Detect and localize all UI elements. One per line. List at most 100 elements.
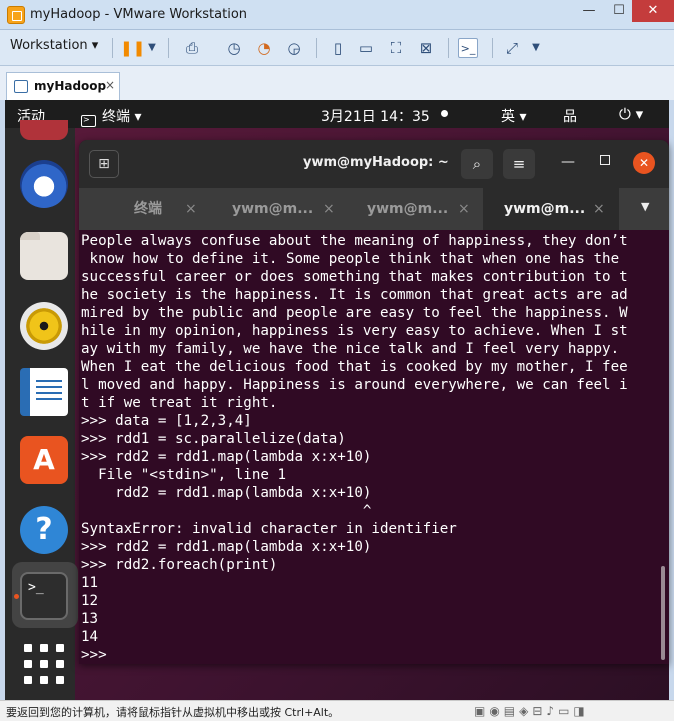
terminal-maximize-icon[interactable] xyxy=(600,155,610,165)
search-icon[interactable]: ⌕ xyxy=(461,149,493,179)
terminal-line: >>> rdd2 = rdd1.map(lambda x:x+10) xyxy=(81,449,372,465)
terminal-line: know how to define it. Some people think… xyxy=(81,251,620,267)
terminal-window: ⊞ ywm@myHadoop: ~ ⌕ ≡ — ✕ 终端 × ywm@m... … xyxy=(79,140,669,664)
terminal-line: 12 xyxy=(81,593,99,609)
terminal-line: >>> data = [1,2,3,4] xyxy=(81,413,252,429)
files-icon[interactable] xyxy=(20,232,68,280)
library-view-icon[interactable]: ▯ xyxy=(328,38,348,58)
terminal-headerbar: ⊞ ywm@myHadoop: ~ ⌕ ≡ — ✕ xyxy=(79,140,669,188)
tab-close-icon[interactable]: × xyxy=(458,188,470,230)
unity-icon[interactable]: ⊠ xyxy=(416,38,436,58)
pause-dropdown-icon[interactable]: ▼ xyxy=(142,38,162,58)
vm-tab-myhadoop[interactable]: myHadoop × xyxy=(6,72,120,100)
stretch-icon[interactable]: ⤢ xyxy=(502,38,522,58)
vm-tab-label: myHadoop xyxy=(34,79,107,93)
terminal-tab-bar: 终端 × ywm@m... × ywm@m... × ywm@m... × xyxy=(79,188,669,230)
workstation-menu[interactable]: Workstation ▾ xyxy=(10,38,98,53)
tab-close-icon[interactable]: × xyxy=(323,188,335,230)
terminal-line: ay with my family, we have the nice talk… xyxy=(81,341,620,357)
dock-partial-item xyxy=(20,120,68,140)
terminal-line: successful career or does something that… xyxy=(81,269,628,285)
toolbar-separator xyxy=(112,38,113,58)
hamburger-menu-icon[interactable]: ≡ xyxy=(503,149,535,179)
stretch-dropdown-icon[interactable]: ▼ xyxy=(526,38,546,58)
terminal-line: >>> rdd2.foreach(print) xyxy=(81,557,278,573)
terminal-line: 13 xyxy=(81,611,99,627)
terminal-line: >>> rdd1 = sc.parallelize(data) xyxy=(81,431,346,447)
toolbar-separator xyxy=(168,38,169,58)
terminal-minimize-icon[interactable]: — xyxy=(561,154,575,170)
notification-dot-icon xyxy=(441,110,448,117)
tab-label: 终端 xyxy=(134,201,162,217)
ubuntu-software-icon[interactable]: A xyxy=(20,436,68,484)
vmware-status-bar: 要返回到您的计算机，请将鼠标指针从虚拟机中移出或按 Ctrl+Alt。 ▣◉▤◈… xyxy=(0,700,674,721)
terminal-line: l moved and happy. Happiness is around e… xyxy=(81,377,628,393)
fullscreen-icon[interactable]: ⛶ xyxy=(386,38,406,58)
tab-label: ywm@m... xyxy=(367,201,449,217)
vm-tab-close-icon[interactable]: × xyxy=(105,78,115,92)
terminal-line: rdd2 = rdd1.map(lambda x:x+10) xyxy=(81,485,372,501)
terminal-output[interactable]: People always confuse about the meaning … xyxy=(79,230,669,664)
terminal-line: t if we treat it right. xyxy=(81,395,278,411)
close-window-icon[interactable]: ✕ xyxy=(632,0,674,22)
tab-label: ywm@m... xyxy=(232,201,314,217)
network-icon[interactable]: 品 xyxy=(563,106,577,126)
rhythmbox-icon[interactable] xyxy=(20,302,68,350)
vm-tab-strip: myHadoop × xyxy=(0,66,674,100)
thumbnail-view-icon[interactable]: ▭ xyxy=(356,38,376,58)
terminal-close-icon[interactable]: ✕ xyxy=(633,152,655,174)
vmware-toolbar: Workstation ▾ ❚❚ ▼ ⎙ ◷ ◔ ◶ ▯ ▭ ⛶ ⊠ >_ ⤢ … xyxy=(0,30,674,66)
revert-snapshot-icon[interactable]: ◔ xyxy=(254,38,274,58)
terminal-icon: > xyxy=(81,115,96,127)
terminal-title: ywm@myHadoop: ~ xyxy=(303,155,449,170)
vmware-titlebar: myHadoop - VMware Workstation — ☐ ✕ xyxy=(0,0,674,30)
app-menu[interactable]: > 终端 ▾ xyxy=(81,106,141,127)
maximize-icon[interactable]: ☐ xyxy=(604,0,634,22)
help-icon[interactable]: ? xyxy=(20,506,68,554)
device-status-icons[interactable]: ▣◉▤◈⊟♪▭◨ xyxy=(474,704,589,718)
terminal-scrollbar[interactable] xyxy=(661,566,665,660)
terminal-line: he society is the happiness. It is commo… xyxy=(81,287,628,303)
terminal-line: People always confuse about the meaning … xyxy=(81,233,628,249)
app-menu-label: 终端 ▾ xyxy=(102,109,142,125)
input-method-indicator[interactable]: 英 ▾ xyxy=(501,106,526,126)
clock[interactable]: 3月21日 14：35 xyxy=(321,106,430,126)
terminal-tab-1[interactable]: 终端 × xyxy=(79,188,215,230)
dock: A ? >_ xyxy=(5,120,78,700)
power-icon[interactable]: ⏻ ▾ xyxy=(619,105,643,123)
thunderbird-icon[interactable] xyxy=(20,160,68,208)
terminal-line: When I eat the delicious food that is co… xyxy=(81,359,628,375)
console-view-icon[interactable]: >_ xyxy=(458,38,478,58)
vm-icon xyxy=(14,80,28,93)
new-tab-icon[interactable]: ⊞ xyxy=(89,150,119,178)
toolbar-separator xyxy=(448,38,449,58)
status-message: 要返回到您的计算机，请将鼠标指针从虚拟机中移出或按 Ctrl+Alt。 xyxy=(6,706,340,719)
terminal-line: mired by the public and people are easy … xyxy=(81,305,628,321)
tab-label: ywm@m... xyxy=(504,201,586,217)
tab-close-icon[interactable]: × xyxy=(593,188,605,230)
pause-icon[interactable]: ❚❚ xyxy=(120,38,145,58)
snapshot-manager-icon[interactable]: ◶ xyxy=(284,38,304,58)
minimize-icon[interactable]: — xyxy=(574,0,604,22)
terminal-line: >>> xyxy=(81,647,107,663)
toolbar-separator xyxy=(492,38,493,58)
terminal-tab-2[interactable]: ywm@m... × xyxy=(215,188,349,230)
show-applications-icon[interactable] xyxy=(24,644,64,684)
tab-list-dropdown-icon[interactable]: ▼ xyxy=(641,200,649,213)
terminal-line: SyntaxError: invalid character in identi… xyxy=(81,521,457,537)
tab-close-icon[interactable]: × xyxy=(185,188,197,230)
terminal-tab-4-active[interactable]: ywm@m... × xyxy=(483,188,619,230)
toolbar-separator xyxy=(316,38,317,58)
terminal-line: 11 xyxy=(81,575,99,591)
snapshot-icon[interactable]: ◷ xyxy=(224,38,244,58)
terminal-line: >>> rdd2 = rdd1.map(lambda x:x+10) xyxy=(81,539,372,555)
running-indicator xyxy=(14,594,19,599)
libreoffice-writer-icon[interactable] xyxy=(20,368,68,416)
terminal-dock-icon[interactable]: >_ xyxy=(20,572,68,620)
ubuntu-top-bar: 活动 > 终端 ▾ 3月21日 14：35 英 ▾ 品 ⏻ ▾ xyxy=(5,100,669,128)
window-title: myHadoop - VMware Workstation xyxy=(30,7,248,22)
vmware-app-icon xyxy=(7,6,25,24)
terminal-line: File "<stdin>", line 1 xyxy=(81,467,286,483)
terminal-tab-3[interactable]: ywm@m... × xyxy=(349,188,483,230)
send-keys-icon[interactable]: ⎙ xyxy=(182,38,202,58)
